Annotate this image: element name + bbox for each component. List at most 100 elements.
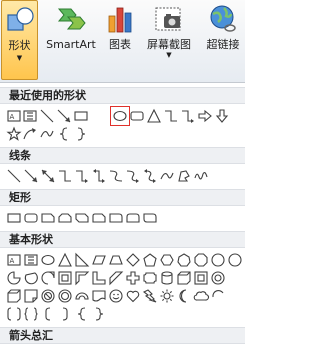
- section-header-rectangles: 矩形: [0, 189, 245, 206]
- ribbon: 形状 ▼ SmartArt 图表 屏幕截图 ▼ 超链接: [0, 0, 245, 83]
- basic-chord[interactable]: [23, 270, 39, 286]
- basic-parallelogram[interactable]: [91, 252, 107, 268]
- shape-rounded-rectangle[interactable]: [129, 108, 145, 124]
- basic-bevel[interactable]: [193, 270, 209, 286]
- rect-basic[interactable]: [6, 210, 22, 226]
- screenshot-button[interactable]: 屏幕截图 ▼: [140, 0, 198, 70]
- line-elbow[interactable]: [57, 168, 73, 184]
- basic-half-frame[interactable]: [74, 270, 90, 286]
- chart-button[interactable]: 图表: [102, 0, 138, 70]
- rect-snip-single[interactable]: [40, 210, 56, 226]
- basic-left-bracket[interactable]: [40, 306, 56, 322]
- basic-pie[interactable]: [6, 270, 22, 286]
- basic-heptagon[interactable]: [176, 252, 192, 268]
- chevron-down-icon: ▼: [166, 51, 172, 59]
- basic-hexagon[interactable]: [159, 252, 175, 268]
- shape-textbox[interactable]: A: [6, 108, 22, 124]
- basic-flowchart-doc[interactable]: [91, 288, 107, 304]
- rect-rounded[interactable]: [23, 210, 39, 226]
- shape-triangle[interactable]: [146, 108, 162, 124]
- basic-left-brace[interactable]: [74, 306, 90, 322]
- svg-text:A: A: [10, 257, 15, 265]
- line-curved-double-arrow[interactable]: [142, 168, 158, 184]
- basic-oval[interactable]: [40, 252, 56, 268]
- shape-left-brace[interactable]: [56, 126, 72, 142]
- basic-cube[interactable]: [176, 270, 192, 286]
- basic-cube-3d[interactable]: [6, 288, 22, 304]
- shape-line[interactable]: [39, 108, 55, 124]
- basic-donut[interactable]: [210, 270, 226, 286]
- rect-snip-same-side[interactable]: [57, 210, 73, 226]
- line-elbow-arrow[interactable]: [74, 168, 90, 184]
- shape-vertical-textbox[interactable]: [22, 108, 38, 124]
- shape-right-brace[interactable]: [73, 126, 89, 142]
- line-curved-arrow[interactable]: [125, 168, 141, 184]
- basic-can[interactable]: [159, 270, 175, 286]
- shape-right-arrow[interactable]: [197, 108, 213, 124]
- shape-oval[interactable]: [110, 106, 130, 126]
- basic-sun[interactable]: [159, 288, 175, 304]
- hyperlink-button[interactable]: 超链接: [201, 0, 245, 70]
- shapes-label: 形状: [8, 39, 31, 52]
- basic-cross[interactable]: [125, 270, 141, 286]
- basic-right-bracket[interactable]: [57, 306, 73, 322]
- smartart-icon: [57, 8, 86, 30]
- shapes-button[interactable]: 形状 ▼: [1, 0, 38, 80]
- basic-double-bracket[interactable]: [6, 306, 22, 322]
- line-curved[interactable]: [108, 168, 124, 184]
- basic-teardrop[interactable]: [40, 270, 56, 286]
- line-freeform[interactable]: [176, 168, 192, 184]
- shape-curve[interactable]: [39, 126, 55, 142]
- line-arrow[interactable]: [23, 168, 39, 184]
- shape-elbow-connector[interactable]: [163, 108, 179, 124]
- line-elbow-double-arrow[interactable]: [91, 168, 107, 184]
- basic-smiley-face[interactable]: [108, 288, 124, 304]
- line-curve[interactable]: [159, 168, 175, 184]
- line-double-arrow[interactable]: [40, 168, 56, 184]
- shape-curved-arrow[interactable]: [22, 126, 38, 142]
- section-header-lines: 线条: [0, 147, 245, 164]
- basic-textbox[interactable]: A: [6, 252, 22, 268]
- basic-diagonal-stripe[interactable]: [108, 270, 124, 286]
- basic-right-triangle[interactable]: [74, 252, 90, 268]
- smartart-button[interactable]: SmartArt: [42, 0, 100, 70]
- shape-down-arrow[interactable]: [214, 108, 230, 124]
- line-straight[interactable]: [6, 168, 22, 184]
- basic-no-symbol[interactable]: [40, 288, 56, 304]
- basic-pentagon[interactable]: [142, 252, 158, 268]
- basic-frame[interactable]: [57, 270, 73, 286]
- shape-elbow-arrow[interactable]: [180, 108, 196, 124]
- shape-star[interactable]: [6, 126, 22, 142]
- basic-moon[interactable]: [176, 288, 192, 304]
- basic-l-shape[interactable]: [91, 270, 107, 286]
- rect-snip-round[interactable]: [91, 210, 107, 226]
- basic-plaque[interactable]: [142, 270, 158, 286]
- rect-round-single[interactable]: [108, 210, 124, 226]
- shape-rectangle[interactable]: [73, 108, 89, 124]
- shapes-icon: [6, 7, 34, 31]
- smartart-label: SmartArt: [46, 38, 96, 51]
- basic-double-brace[interactable]: [23, 306, 39, 322]
- rect-round-same-side[interactable]: [125, 210, 141, 226]
- basic-heart[interactable]: [125, 288, 141, 304]
- basic-block-arc[interactable]: [74, 288, 90, 304]
- svg-text:A: A: [10, 113, 15, 121]
- basic-diamond[interactable]: [125, 252, 141, 268]
- basic-arc[interactable]: [210, 288, 226, 304]
- basic-right-brace[interactable]: [91, 306, 107, 322]
- basic-cloud[interactable]: [193, 288, 210, 304]
- basic-folded-corner[interactable]: [23, 288, 39, 304]
- rect-snip-diagonal[interactable]: [74, 210, 90, 226]
- basic-decagon[interactable]: [210, 252, 226, 268]
- line-scribble[interactable]: [193, 168, 209, 184]
- basic-dodecagon[interactable]: [227, 252, 243, 268]
- hyperlink-label: 超链接: [206, 38, 240, 51]
- basic-octagon[interactable]: [193, 252, 209, 268]
- basic-lightning-bolt[interactable]: [142, 288, 158, 304]
- basic-trapezoid[interactable]: [108, 252, 124, 268]
- basic-vertical-textbox[interactable]: [23, 252, 39, 268]
- rect-round-diagonal[interactable]: [142, 210, 158, 226]
- basic-circle-ring[interactable]: [57, 288, 73, 304]
- shape-arrow[interactable]: [56, 108, 72, 124]
- basic-triangle[interactable]: [57, 252, 73, 268]
